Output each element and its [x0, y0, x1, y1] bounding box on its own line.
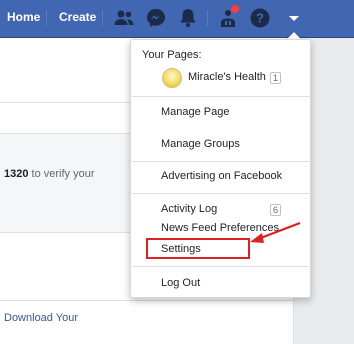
messenger-icon[interactable] — [144, 6, 168, 30]
page-name: Miracle's Health — [188, 71, 266, 83]
page-count-badge: 1 — [270, 72, 282, 84]
page-avatar — [162, 68, 182, 88]
home-link[interactable]: Home — [7, 10, 40, 24]
verify-text: 1320 to verify your — [4, 168, 95, 180]
notification-badge — [230, 4, 240, 14]
log-out-item[interactable]: Log Out — [161, 277, 200, 289]
notifications-icon[interactable] — [176, 6, 200, 30]
advertising-item[interactable]: Advertising on Facebook — [161, 170, 282, 182]
content-divider — [0, 300, 293, 301]
menu-divider — [132, 193, 311, 194]
nav-divider — [102, 10, 103, 26]
menu-divider — [132, 161, 311, 162]
account-menu-icon[interactable] — [282, 6, 306, 30]
activity-count-badge: 6 — [270, 204, 282, 216]
manage-page-item[interactable]: Manage Page — [161, 106, 230, 118]
settings-highlight-box — [146, 238, 250, 259]
pointer-arrow — [250, 221, 301, 243]
verify-text-rest: to verify your — [28, 168, 95, 180]
friends-icon[interactable] — [112, 6, 136, 30]
svg-text:?: ? — [256, 11, 264, 26]
help-icon[interactable]: ? — [248, 6, 272, 30]
create-link[interactable]: Create — [59, 10, 96, 24]
download-your-link[interactable]: Download Your — [4, 312, 78, 324]
activity-log-item[interactable]: Activity Log — [161, 203, 217, 215]
nav-divider — [46, 10, 47, 26]
menu-divider — [132, 96, 311, 97]
your-pages-heading: Your Pages: — [142, 49, 202, 61]
manage-groups-item[interactable]: Manage Groups — [161, 138, 240, 150]
nav-divider — [207, 10, 208, 26]
menu-divider — [132, 266, 311, 267]
account-dropdown-menu: Your Pages: Miracle's Health 1 Manage Pa… — [130, 39, 311, 298]
verify-number: 1320 — [4, 168, 29, 180]
